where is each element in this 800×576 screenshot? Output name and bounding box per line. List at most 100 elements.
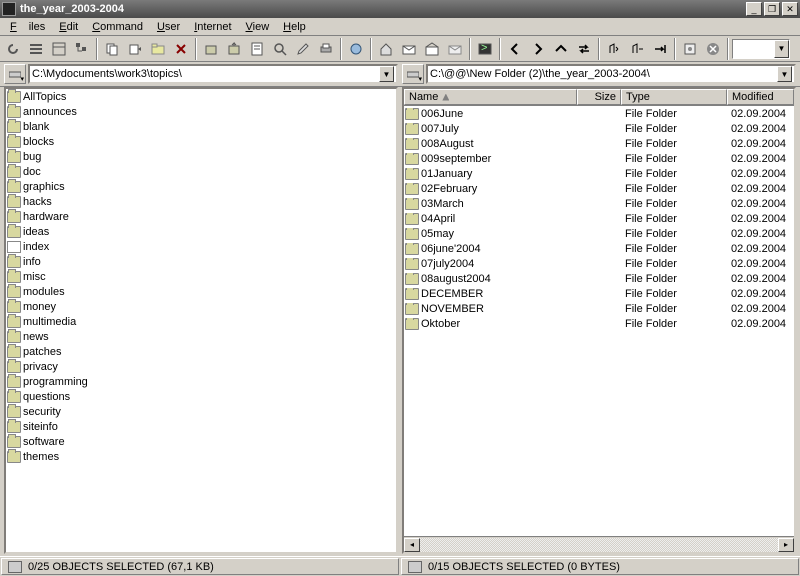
list-item[interactable]: programming: [6, 374, 396, 389]
view-details-icon[interactable]: [48, 38, 70, 60]
mail-get-icon[interactable]: [398, 38, 420, 60]
list-item[interactable]: hardware: [6, 209, 396, 224]
ftp-connect-icon[interactable]: [345, 38, 367, 60]
nav-root1-icon[interactable]: [603, 38, 625, 60]
left-drive-button[interactable]: [4, 64, 26, 84]
menu-edit[interactable]: Edit: [53, 20, 84, 34]
move-icon[interactable]: [124, 38, 146, 60]
list-item[interactable]: misc: [6, 269, 396, 284]
nav-target-icon[interactable]: [649, 38, 671, 60]
mail-send-icon[interactable]: [444, 38, 466, 60]
unpack-icon[interactable]: [223, 38, 245, 60]
list-item[interactable]: info: [6, 254, 396, 269]
list-item[interactable]: software: [6, 434, 396, 449]
list-item[interactable]: graphics: [6, 179, 396, 194]
right-path-combo[interactable]: C:\@@\New Folder (2)\the_year_2003-2004\…: [426, 64, 796, 84]
terminal-icon[interactable]: >: [474, 38, 496, 60]
list-item[interactable]: multimedia: [6, 314, 396, 329]
list-item[interactable]: hacks: [6, 194, 396, 209]
table-row[interactable]: DECEMBERFile Folder02.09.2004: [404, 286, 794, 301]
list-item[interactable]: news: [6, 329, 396, 344]
close-button[interactable]: ✕: [782, 2, 798, 16]
copy-icon[interactable]: [101, 38, 123, 60]
nav-forward-icon[interactable]: [527, 38, 549, 60]
list-item[interactable]: index: [6, 239, 396, 254]
search-icon[interactable]: [269, 38, 291, 60]
stop-icon[interactable]: [702, 38, 724, 60]
table-row[interactable]: 07july2004File Folder02.09.2004: [404, 256, 794, 271]
table-row[interactable]: NOVEMBERFile Folder02.09.2004: [404, 301, 794, 316]
scroll-track[interactable]: [420, 538, 778, 552]
list-item[interactable]: announces: [6, 104, 396, 119]
menu-view[interactable]: View: [240, 20, 276, 34]
nav-swap-icon[interactable]: [573, 38, 595, 60]
cell-type: File Folder: [621, 123, 727, 135]
menu-user[interactable]: User: [151, 20, 186, 34]
table-row[interactable]: 06june'2004File Folder02.09.2004: [404, 241, 794, 256]
table-row[interactable]: 008AugustFile Folder02.09.2004: [404, 136, 794, 151]
view-list-icon[interactable]: [25, 38, 47, 60]
table-row[interactable]: 04AprilFile Folder02.09.2004: [404, 211, 794, 226]
left-path-combo[interactable]: C:\Mydocuments\work3\topics\ ▼: [28, 64, 398, 84]
scroll-left-icon[interactable]: ◂: [404, 538, 420, 552]
nav-up-icon[interactable]: [550, 38, 572, 60]
table-row[interactable]: 006JuneFile Folder02.09.2004: [404, 106, 794, 121]
menu-internet[interactable]: Internet: [188, 20, 237, 34]
minimize-button[interactable]: _: [746, 2, 762, 16]
col-type[interactable]: Type: [621, 89, 727, 105]
menu-command[interactable]: Command: [86, 20, 149, 34]
table-row[interactable]: 03MarchFile Folder02.09.2004: [404, 196, 794, 211]
home-icon[interactable]: [375, 38, 397, 60]
table-row[interactable]: 05mayFile Folder02.09.2004: [404, 226, 794, 241]
left-file-list[interactable]: AllTopicsannouncesblankblocksbugdocgraph…: [6, 89, 396, 552]
chevron-down-icon[interactable]: ▼: [379, 66, 394, 82]
delete-icon[interactable]: [170, 38, 192, 60]
list-item[interactable]: bug: [6, 149, 396, 164]
table-row[interactable]: 007JulyFile Folder02.09.2004: [404, 121, 794, 136]
nav-root2-icon[interactable]: [626, 38, 648, 60]
list-item[interactable]: themes: [6, 449, 396, 464]
refresh-icon[interactable]: [2, 38, 24, 60]
options-icon[interactable]: [679, 38, 701, 60]
cell-name: NOVEMBER: [404, 303, 577, 315]
table-row[interactable]: 01JanuaryFile Folder02.09.2004: [404, 166, 794, 181]
table-row[interactable]: 009septemberFile Folder02.09.2004: [404, 151, 794, 166]
list-item[interactable]: money: [6, 299, 396, 314]
list-item[interactable]: doc: [6, 164, 396, 179]
menu-files[interactable]: Files: [4, 20, 51, 34]
list-item[interactable]: ideas: [6, 224, 396, 239]
list-item[interactable]: AllTopics: [6, 89, 396, 104]
list-item[interactable]: patches: [6, 344, 396, 359]
list-item[interactable]: modules: [6, 284, 396, 299]
scroll-right-icon[interactable]: ▸: [778, 538, 794, 552]
list-item[interactable]: security: [6, 404, 396, 419]
table-row[interactable]: OktoberFile Folder02.09.2004: [404, 316, 794, 331]
list-item[interactable]: blank: [6, 119, 396, 134]
col-size[interactable]: Size: [577, 89, 621, 105]
table-row[interactable]: 02FebruaryFile Folder02.09.2004: [404, 181, 794, 196]
new-folder-icon[interactable]: [147, 38, 169, 60]
menu-help[interactable]: Help: [277, 20, 312, 34]
mail-open-icon[interactable]: [421, 38, 443, 60]
col-modified[interactable]: Modified: [727, 89, 794, 105]
right-drive-button[interactable]: [402, 64, 424, 84]
nav-back-icon[interactable]: [504, 38, 526, 60]
chevron-down-icon[interactable]: ▼: [777, 66, 792, 82]
right-h-scrollbar[interactable]: ◂ ▸: [404, 536, 794, 552]
cell-name: 006June: [404, 108, 577, 120]
edit-icon[interactable]: [292, 38, 314, 60]
list-item[interactable]: questions: [6, 389, 396, 404]
list-item[interactable]: privacy: [6, 359, 396, 374]
print-icon[interactable]: [315, 38, 337, 60]
pack-icon[interactable]: [200, 38, 222, 60]
right-file-list[interactable]: 006JuneFile Folder02.09.2004007JulyFile …: [404, 106, 794, 552]
properties-icon[interactable]: [246, 38, 268, 60]
maximize-button[interactable]: ❐: [764, 2, 780, 16]
table-row[interactable]: 08august2004File Folder02.09.2004: [404, 271, 794, 286]
list-item[interactable]: blocks: [6, 134, 396, 149]
col-name[interactable]: Name: [404, 89, 577, 105]
cell-modified: 02.09.2004: [727, 303, 794, 315]
toolbar-combo[interactable]: ▼: [732, 39, 790, 59]
tree-view-icon[interactable]: [71, 38, 93, 60]
list-item[interactable]: siteinfo: [6, 419, 396, 434]
